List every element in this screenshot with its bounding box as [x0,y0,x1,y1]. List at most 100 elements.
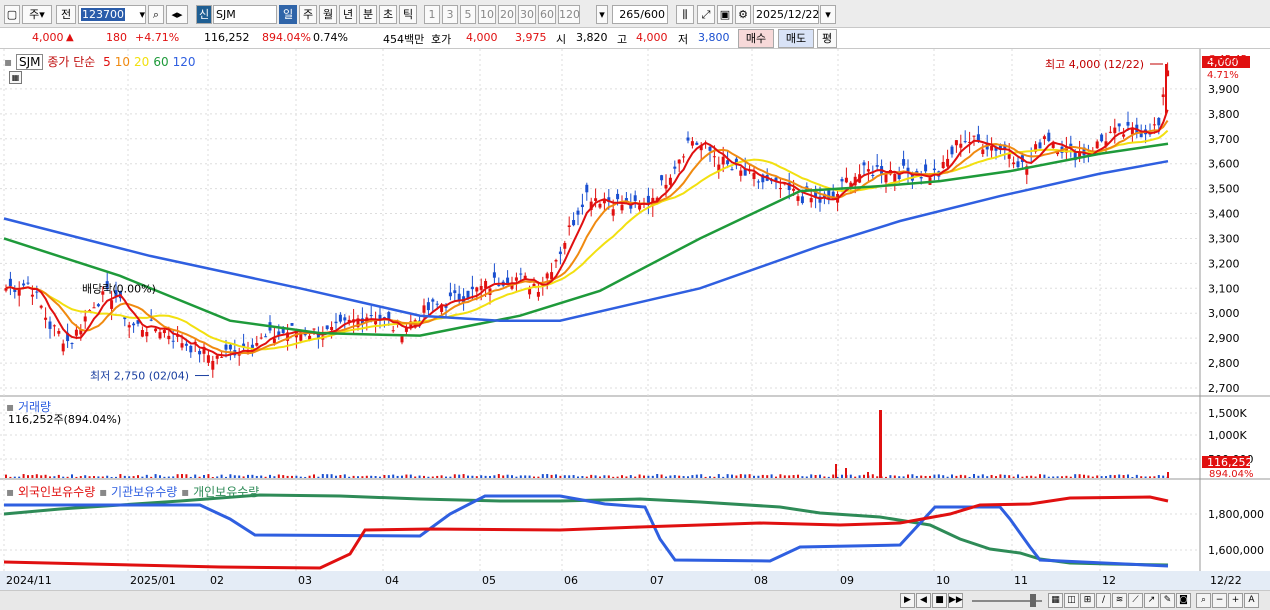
volume-bar [392,474,395,478]
volume-bar [1167,472,1169,478]
legend-stock-name: SJM [15,54,44,70]
trade-amount: 454백만 [383,33,425,46]
brush-tool-icon[interactable]: ✎ [1160,593,1175,608]
volume-bar [876,476,879,478]
volume-bar [669,475,672,478]
volume-bar [871,474,874,478]
candle-body [184,343,188,346]
count-dropdown-icon[interactable]: ▾ [596,5,608,24]
period-button-3[interactable]: 년 [339,5,357,24]
period-button-1[interactable]: 주 [299,5,317,24]
date-input[interactable]: 2025/12/22 [753,5,819,24]
price-tick-label: 3,000 [1208,307,1240,320]
line-tool-icon[interactable]: ∕ [1096,593,1111,608]
zoom-in-icon[interactable]: + [1228,593,1243,608]
prev-button[interactable]: 전 [56,5,76,24]
volume-bar [731,474,733,478]
zoom-search-icon[interactable]: ⌕ [1196,593,1211,608]
period-button-0[interactable]: 일 [279,5,297,24]
play-back-icon[interactable]: ◀ [916,593,931,608]
window-menu-icon[interactable]: ▢ [4,5,20,24]
period-select[interactable]: 주▾ [22,5,52,24]
candle-body [572,220,576,226]
candle-body [497,285,501,287]
candle-body [598,203,602,208]
candle-body [924,164,928,172]
holding-checkbox-3[interactable]: ▪ [181,485,189,499]
volume-bar [1096,475,1099,478]
holding-checkbox-2[interactable]: ▪ [99,485,107,499]
volume-bar [832,474,835,478]
table-view-icon[interactable]: ▦ [9,71,22,84]
period-button-6[interactable]: 틱 [399,5,417,24]
volume-bar [207,474,210,478]
candle-body [972,135,976,137]
volume-bar [709,476,711,478]
candle-body [330,327,334,331]
minute-button-2[interactable]: 5 [460,5,476,24]
minute-button-4[interactable]: 20 [498,5,516,24]
fib-tool-icon[interactable]: ≋ [1112,593,1127,608]
period-button-4[interactable]: 분 [359,5,377,24]
candle-body [290,323,294,326]
x-tick-label: 02 [210,574,224,587]
minute-button-3[interactable]: 10 [478,5,496,24]
sell-button[interactable]: 매도 [778,29,814,48]
date-picker-icon[interactable]: ▾ [820,5,836,24]
minute-button-1[interactable]: 3 [442,5,458,24]
chart-area[interactable]: 3,900 3,800 3,700 3,600 3,500 3,400 3,300 3,200… [0,49,1270,590]
save-icon[interactable]: ▣ [717,5,733,24]
volume-bar [511,475,513,478]
stock-code-input[interactable]: 123700 ▾ [78,5,146,24]
layout-icon[interactable]: ▦ [1048,593,1063,608]
zoom-slider-handle[interactable] [1030,594,1036,607]
stock-name-field[interactable]: SJM [213,5,277,24]
sound-icon[interactable]: ◂▸ [166,5,188,24]
volume-bar [1105,476,1107,478]
volume-bar [1012,476,1015,478]
compare-icon[interactable]: ⤢ [697,5,715,24]
compare-chart-icon[interactable]: ◫ [1064,593,1079,608]
scroll-area[interactable] [4,595,504,605]
buy-button[interactable]: 매수 [738,29,774,48]
volume-bar [1065,475,1068,478]
candle-body [1100,134,1104,142]
volume-bar [321,474,324,478]
zoom-out-icon[interactable]: − [1212,593,1227,608]
candle-body [536,291,540,297]
chart-type-icon[interactable]: ⫼ [676,5,694,24]
stop-icon[interactable]: ■ [932,593,947,608]
price-chart[interactable]: 3,900 3,800 3,700 3,600 3,500 3,400 3,300 3,200… [0,49,1270,590]
font-size-icon[interactable]: A [1244,593,1259,608]
period-button-2[interactable]: 월 [319,5,337,24]
search-icon[interactable]: ⌕ [148,5,164,24]
arrow-tool-icon[interactable]: ↗ [1144,593,1159,608]
trend-tool-icon[interactable]: ⟋ [1128,593,1143,608]
count-field[interactable]: 265/600 [612,5,668,24]
volume-bar [537,476,540,478]
camera-icon[interactable]: ◙ [1176,593,1191,608]
volume-bar [823,476,826,478]
settings-icon[interactable]: ⚙ [735,5,751,24]
x-tick-label: 10 [936,574,950,587]
legend-checkbox[interactable]: ▪ [4,55,12,69]
minute-button-7[interactable]: 120 [558,5,580,24]
candle-body [1113,127,1117,134]
scroll-right-icon[interactable]: ▶ [900,593,915,608]
candle-body [567,225,571,227]
volume-bar [123,475,126,478]
holding-checkbox-1[interactable]: ▪ [6,485,14,499]
volume-bar [1061,476,1063,478]
candle-body [127,325,131,328]
avg-button[interactable]: 평 [817,29,837,48]
volume-bar [1047,476,1050,478]
fast-forward-icon[interactable]: ▶▶ [948,593,963,608]
candle-body [479,286,483,290]
candle-body [660,175,664,181]
minute-button-5[interactable]: 30 [518,5,536,24]
minute-button-0[interactable]: 1 [424,5,440,24]
volume-bar [748,474,751,478]
grid-icon[interactable]: ⊞ [1080,593,1095,608]
period-button-5[interactable]: 초 [379,5,397,24]
minute-button-6[interactable]: 60 [538,5,556,24]
